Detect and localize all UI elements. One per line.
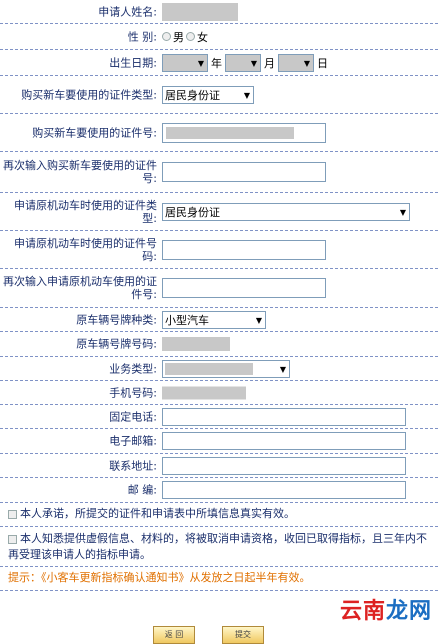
back-button[interactable]: 返 回 [153, 626, 195, 644]
dob-day-select[interactable]: ▼ [278, 53, 314, 72]
phone-input[interactable] [162, 407, 406, 426]
row-id-number: 购买新车要使用的证件号: [0, 114, 438, 152]
dob-year-select[interactable]: ▼ [162, 53, 208, 72]
business-type-label: 业务类型: [109, 362, 157, 375]
id-number-confirm-input[interactable] [162, 162, 326, 182]
dob-year-unit: 年 [211, 56, 222, 70]
chevron-down-icon: ▼ [250, 58, 257, 68]
old-id-number-label: 申请原机动车时使用的证件号码: [14, 236, 157, 263]
row-old-id-type: 申请原机动车时使用的证件类型: 居民身份证 ▼ [0, 193, 438, 231]
application-form: 申请人姓名: 性 别: 男 女 出生日期: ▼ 年 ▼ 月 ▼ 日 购买新车要使… [0, 0, 438, 591]
plate-type-selected: 小型汽车 [165, 313, 209, 327]
chevron-down-icon: ▼ [255, 315, 262, 325]
dob-day-unit: 日 [317, 56, 328, 70]
chevron-down-icon: ▼ [197, 58, 204, 68]
business-type-selected [165, 362, 253, 375]
row-name: 申请人姓名: [0, 0, 438, 24]
promise-row: 本人承诺，所提交的证件和申请表中所填信息真实有效。 [0, 503, 438, 527]
promise-checkbox[interactable] [8, 509, 17, 519]
id-number-label: 购买新车要使用的证件号: [32, 126, 157, 139]
old-id-type-selected: 居民身份证 [165, 205, 220, 219]
plate-type-select[interactable]: 小型汽车 ▼ [162, 310, 266, 329]
address-label: 联系地址: [109, 459, 157, 472]
old-id-number-confirm-input[interactable] [162, 278, 326, 298]
gender-female-label: 女 [197, 30, 208, 44]
gender-female-radio[interactable] [186, 32, 195, 41]
gender-male-radio[interactable] [162, 32, 171, 41]
warning-text: 本人知悉提供虚假信息、材料的，将被取消申请资格，收回已取得指标，且三年内不再受理… [8, 532, 427, 561]
tip-text: 提示：《小客车更新指标确认通知书》从发放之日起半年有效。 [8, 571, 311, 584]
email-label: 电子邮箱: [109, 434, 157, 448]
watermark-part1: 云南 [339, 599, 386, 624]
promise-text: 本人承诺，所提交的证件和申请表中所填信息真实有效。 [20, 507, 295, 520]
old-id-type-select[interactable]: 居民身份证 ▼ [162, 202, 410, 221]
watermark-part2: 龙网 [385, 599, 432, 624]
old-id-number-input[interactable] [162, 239, 326, 260]
phone-label: 固定电话: [109, 410, 157, 423]
chevron-down-icon: ▼ [399, 207, 406, 217]
old-id-number-confirm-label: 再次输入申请原机动车使用的证件号: [3, 275, 157, 301]
row-old-id-number-confirm: 再次输入申请原机动车使用的证件号: [0, 269, 438, 308]
chevron-down-icon: ▼ [279, 364, 286, 374]
id-number-value [166, 126, 294, 139]
plate-number-label: 原车辆号牌号码: [76, 337, 157, 351]
zip-input[interactable] [162, 481, 406, 499]
id-type-selected: 居民身份证 [165, 88, 220, 102]
submit-button[interactable]: 提交 [222, 626, 264, 644]
row-business-type: 业务类型: ▼ [0, 357, 438, 381]
row-address: 联系地址: [0, 454, 438, 478]
id-type-select[interactable]: 居民身份证 ▼ [162, 85, 254, 104]
row-gender: 性 别: 男 女 [0, 24, 438, 50]
name-value [162, 2, 238, 21]
site-watermark-logo: 云南龙网 [340, 593, 432, 625]
mobile-label: 手机号码: [109, 386, 157, 399]
old-id-type-label: 申请原机动车时使用的证件类型: [14, 198, 157, 225]
email-input[interactable] [162, 432, 406, 450]
row-mobile: 手机号码: [0, 381, 438, 405]
id-number-confirm-label: 再次输入购买新车要使用的证件号: [3, 159, 157, 185]
gender-label: 性 别: [127, 30, 157, 43]
row-plate-number: 原车辆号牌号码: [0, 332, 438, 357]
business-type-select[interactable]: ▼ [162, 359, 290, 378]
plate-type-label: 原车辆号牌种类: [76, 313, 157, 326]
name-label: 申请人姓名: [98, 5, 157, 18]
warning-checkbox[interactable] [8, 534, 17, 544]
tip-row: 提示：《小客车更新指标确认通知书》从发放之日起半年有效。 [0, 567, 438, 591]
mobile-value [162, 386, 246, 399]
row-dob: 出生日期: ▼ 年 ▼ 月 ▼ 日 [0, 50, 438, 76]
dob-month-select[interactable]: ▼ [225, 53, 261, 72]
row-zip: 邮 编: [0, 478, 438, 503]
zip-label: 邮 编: [127, 483, 157, 497]
chevron-down-icon: ▼ [243, 90, 250, 100]
address-input[interactable] [162, 456, 406, 475]
plate-number-value [162, 337, 230, 351]
dob-label: 出生日期: [109, 56, 157, 69]
id-number-input[interactable] [162, 122, 326, 143]
row-id-type: 购买新车要使用的证件类型: 居民身份证 ▼ [0, 76, 438, 114]
id-type-label: 购买新车要使用的证件类型: [21, 88, 157, 101]
row-id-number-confirm: 再次输入购买新车要使用的证件号: [0, 152, 438, 193]
row-phone: 固定电话: [0, 405, 438, 429]
warning-row: 本人知悉提供虚假信息、材料的，将被取消申请资格，收回已取得指标，且三年内不再受理… [0, 527, 438, 567]
row-email: 电子邮箱: [0, 429, 438, 454]
gender-male-label: 男 [173, 30, 184, 44]
row-plate-type: 原车辆号牌种类: 小型汽车 ▼ [0, 308, 438, 332]
dob-month-unit: 月 [264, 56, 275, 70]
chevron-down-icon: ▼ [303, 58, 310, 68]
row-old-id-number: 申请原机动车时使用的证件号码: [0, 231, 438, 269]
